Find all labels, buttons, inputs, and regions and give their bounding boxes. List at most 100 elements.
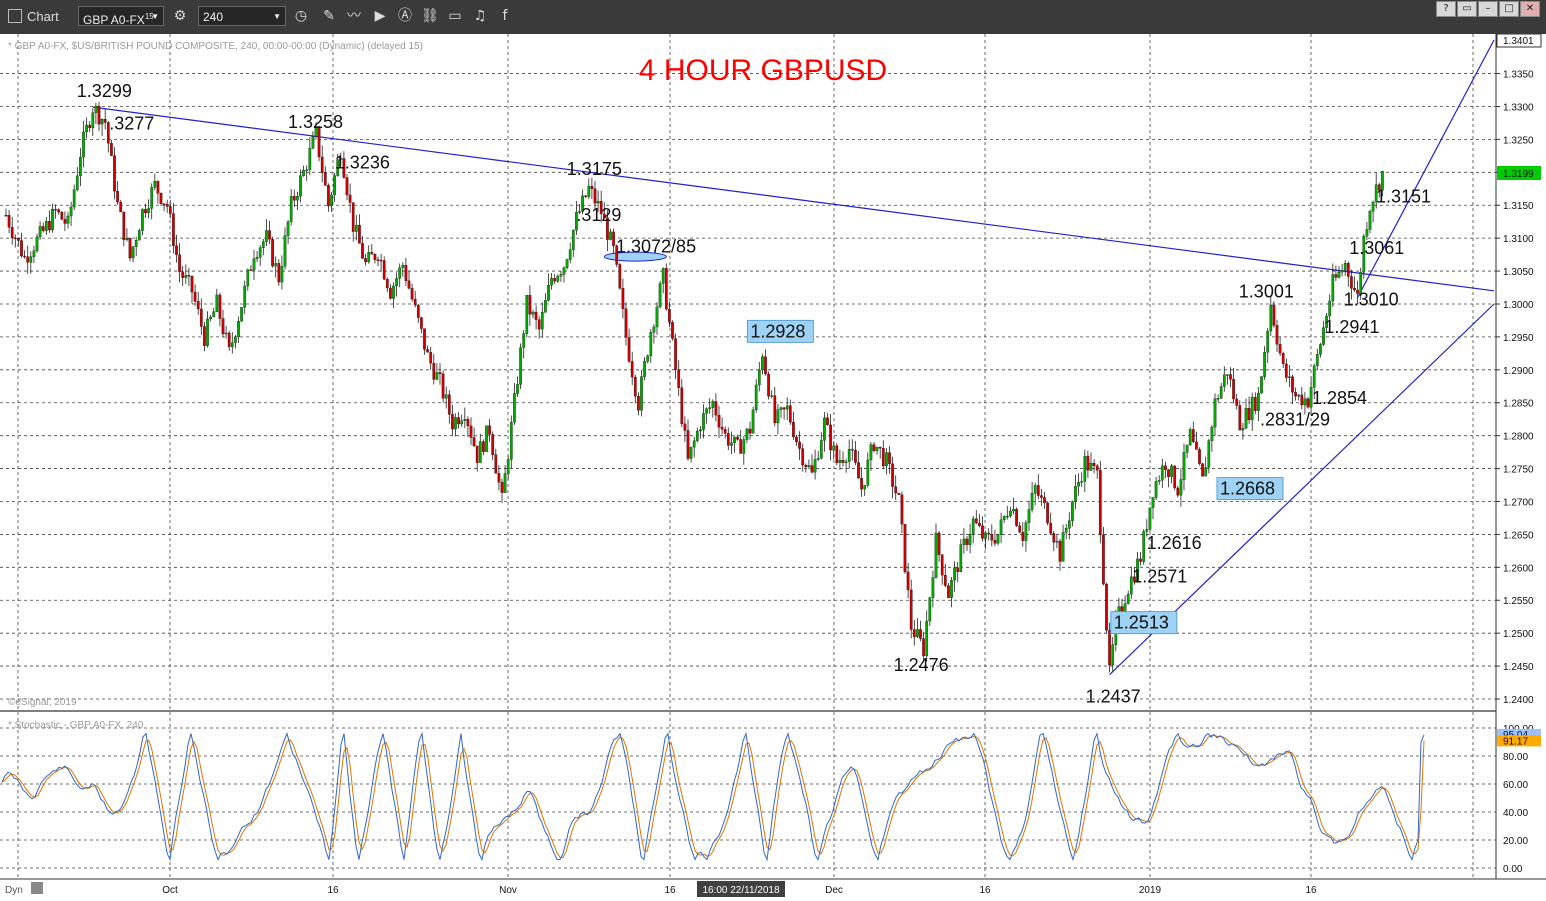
restore-icon[interactable]: ▭ [1457,1,1477,17]
candle-body [829,424,832,451]
maximize-icon[interactable]: □ [1499,1,1519,17]
candle-body [1269,304,1273,332]
price-label: .2831/29 [1260,409,1330,429]
chevron-down-icon: ▼ [151,12,159,21]
candle-body [1046,502,1049,524]
close-icon[interactable]: ✕ [1520,1,1540,17]
chat-icon[interactable]: ▭ [446,7,464,25]
candle-body [1331,274,1335,302]
candle-body [785,405,789,410]
link-icon[interactable]: ⛓ [421,7,439,25]
candle-body [466,418,470,426]
candle-body [984,532,987,539]
alert-icon[interactable]: Ⓐ [396,7,414,25]
candle-body [358,224,361,244]
candle-body [568,249,572,260]
candle-body [674,338,677,370]
stochastic-info-text: * Stochastic - GBP A0-FX, 240 [8,720,144,731]
symbol-selector[interactable]: GBP A0-FX15 ▼ [78,6,164,27]
candle-body [813,459,817,473]
candle-body [637,395,640,411]
candle-body [147,208,150,214]
candle-body [897,492,901,495]
candle-body [323,172,327,186]
candle-body [1222,374,1226,387]
candle-body [652,326,656,333]
candle-body [361,243,364,259]
candle-body [1294,392,1297,397]
price-axis-label: 1.2750 [1503,465,1534,476]
minimize-icon[interactable]: – [1478,1,1498,17]
clock-icon[interactable]: ◷ [292,7,310,25]
interval-settings-icon[interactable]: ⚙ [171,7,189,25]
candle-body [478,441,482,463]
candle-body [218,294,222,319]
candle-body [748,428,752,434]
chart-canvas[interactable]: * GBP A0-FX, $US/BRITISH POUND COMPOSITE… [0,34,1546,901]
top-price-label: 1.3401 [1503,36,1534,47]
candle-body [823,417,826,441]
stochastic-axis-label: 0.00 [1503,864,1523,875]
candle-body [891,463,894,487]
candle-body [1185,444,1189,453]
candle-body [193,291,197,302]
candle-body [509,422,513,460]
candle-body [708,407,712,409]
candle-body [1247,407,1251,421]
time-axis-label: Oct [162,885,178,896]
stochastic-axis-label: 80.00 [1503,752,1528,763]
candle-body [429,352,433,364]
candle-body [249,269,253,271]
candle-body [683,423,687,431]
candle-body [810,465,814,473]
candle-body [20,240,23,257]
play-icon[interactable]: ▶ [371,7,389,25]
candle-body [348,194,352,203]
candle-body [367,252,371,263]
candle-body [1182,452,1186,480]
pencil-icon[interactable]: ✎ [320,7,338,25]
candle-body [1213,398,1217,428]
help-icon[interactable]: ? [1436,1,1456,17]
facebook-icon[interactable]: f [496,7,514,25]
candle-body [320,156,324,173]
price-axis-label: 1.2950 [1503,333,1534,344]
candle-body [1145,529,1149,532]
candle-body [234,336,237,343]
candle-body [999,519,1003,535]
candle-body [875,446,879,451]
candle-body [156,181,160,194]
candle-body [627,337,631,362]
candle-body [1167,469,1170,477]
twitter-icon[interactable]: ♫ [471,7,489,25]
interval-selector[interactable]: 240 ▼ [198,6,286,26]
candle-body [894,486,898,494]
candle-body [373,254,377,260]
candle-body [850,449,854,451]
candle-body [513,393,516,423]
candle-body [333,175,336,196]
candle-body [475,445,479,463]
candle-body [1229,374,1232,380]
candle-body [953,567,956,581]
candle-body [469,425,473,438]
candle-body [1064,528,1068,533]
candle-body [187,275,191,277]
candle-body [286,221,290,236]
candle-body [10,227,14,238]
candle-body [91,112,95,129]
candle-body [643,361,646,377]
wave-icon[interactable]: 〰 [345,7,363,25]
candle-body [240,307,243,322]
dyn-label[interactable]: Dyn [5,885,23,896]
candle-body [137,230,141,241]
price-label: .3129 [576,205,621,225]
candle-body [978,522,981,526]
candle-body [482,441,485,452]
candle-body [903,523,907,573]
dyn-toggle-icon[interactable] [31,882,43,894]
candle-body [122,211,126,240]
candle-body [1219,386,1223,399]
candle-body [35,236,39,252]
current-price-label: 1.3199 [1503,169,1534,180]
